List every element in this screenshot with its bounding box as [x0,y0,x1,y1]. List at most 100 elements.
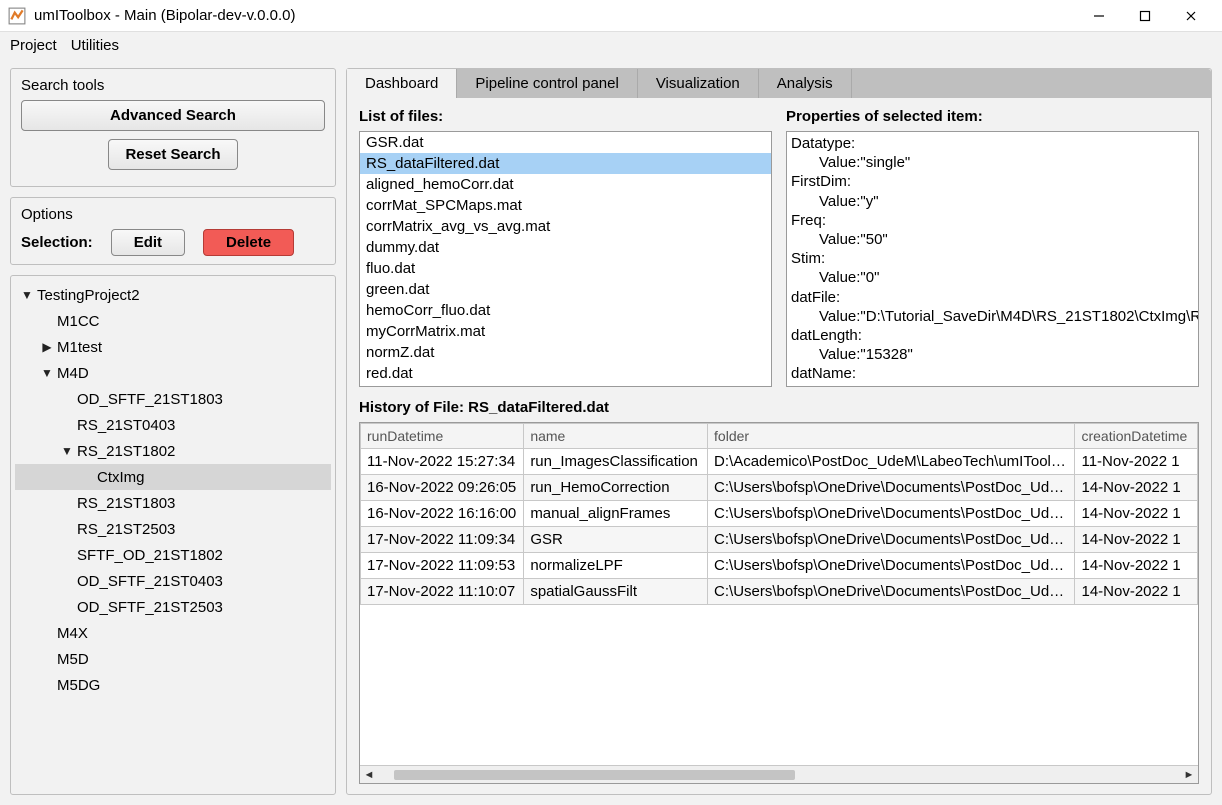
tree-item[interactable]: ▼RS_21ST1802 [15,438,331,464]
titlebar: umIToolbox - Main (Bipolar-dev-v.0.0.0) [0,0,1222,32]
history-table-wrap: runDatetime name folder creationDatetime… [359,422,1199,784]
close-button[interactable] [1168,0,1214,32]
file-list-item[interactable]: red.dat [360,363,771,384]
file-list-item[interactable]: corrMatrix_avg_vs_avg.mat [360,216,771,237]
maximize-button[interactable] [1122,0,1168,32]
table-cell: 14-Nov-2022 1 [1075,527,1198,553]
window-title: umIToolbox - Main (Bipolar-dev-v.0.0.0) [34,7,296,24]
scroll-right-icon[interactable]: ► [1180,766,1198,784]
file-list-item[interactable]: GSR.dat [360,132,771,153]
tree-item[interactable]: RS_21ST2503 [15,516,331,542]
tree-toggle-icon[interactable]: ▼ [59,444,75,458]
table-cell: manual_alignFrames [524,501,708,527]
property-value: Value:"data" [791,383,1194,387]
options-title: Options [21,206,325,223]
th-name[interactable]: name [524,424,708,449]
tree-item[interactable]: OD_SFTF_21ST1803 [15,386,331,412]
tab-analysis[interactable]: Analysis [759,69,852,98]
tree-item-label: OD_SFTF_21ST2503 [75,599,223,616]
tab-pipeline[interactable]: Pipeline control panel [457,69,637,98]
advanced-search-button[interactable]: Advanced Search [21,100,325,131]
tree-toggle-icon[interactable]: ▶ [39,340,55,354]
table-cell: C:\Users\bofsp\OneDrive\Documents\PostDo… [708,579,1075,605]
table-cell: C:\Users\bofsp\OneDrive\Documents\PostDo… [708,501,1075,527]
menu-utilities[interactable]: Utilities [71,37,119,54]
tree-root[interactable]: ▼ TestingProject2 [15,282,331,308]
tree-item-label: M4D [55,365,89,382]
property-key: Stim: [791,249,1194,268]
tree-panel: ▼ TestingProject2 M1CC▶M1test▼M4DOD_SFTF… [10,275,336,795]
table-cell: normalizeLPF [524,553,708,579]
menubar: Project Utilities [0,32,1222,58]
menu-project[interactable]: Project [10,37,57,54]
tree-item[interactable]: OD_SFTF_21ST2503 [15,594,331,620]
table-cell: D:\Academico\PostDoc_UdeM\LabeoTech\umIT… [708,449,1075,475]
property-key: datFile: [791,288,1194,307]
file-listbox[interactable]: GSR.datRS_dataFiltered.dataligned_hemoCo… [359,131,772,387]
table-cell: GSR [524,527,708,553]
tree-item-label: OD_SFTF_21ST0403 [75,573,223,590]
tree-toggle-icon[interactable]: ▼ [19,288,35,302]
table-cell: run_ImagesClassification [524,449,708,475]
history-table[interactable]: runDatetime name folder creationDatetime… [360,423,1198,605]
tree-item[interactable]: SFTF_OD_21ST1802 [15,542,331,568]
table-cell: 11-Nov-2022 1 [1075,449,1198,475]
tree-item[interactable]: M5DG [15,672,331,698]
file-list-item[interactable]: myCorrMatrix.mat [360,321,771,342]
file-list-item[interactable]: normZ.dat [360,342,771,363]
file-list-item[interactable]: dummy.dat [360,237,771,258]
tree-item[interactable]: RS_21ST1803 [15,490,331,516]
tree-item[interactable]: RS_21ST0403 [15,412,331,438]
scroll-thumb[interactable] [394,770,795,780]
table-row[interactable]: 17-Nov-2022 11:09:34GSRC:\Users\bofsp\On… [361,527,1198,553]
table-row[interactable]: 17-Nov-2022 11:09:53normalizeLPFC:\Users… [361,553,1198,579]
project-tree[interactable]: ▼ TestingProject2 M1CC▶M1test▼M4DOD_SFTF… [15,282,331,698]
property-value: Value:"15328" [791,345,1194,364]
file-list-item[interactable]: green.dat [360,279,771,300]
minimize-button[interactable] [1076,0,1122,32]
tree-toggle-icon[interactable]: ▼ [39,366,55,380]
tree-item[interactable]: M1CC [15,308,331,334]
file-list-item[interactable]: aligned_hemoCorr.dat [360,174,771,195]
property-value: Value:"single" [791,153,1194,172]
table-cell: spatialGaussFilt [524,579,708,605]
tab-visualization[interactable]: Visualization [638,69,759,98]
tree-item[interactable]: M5D [15,646,331,672]
edit-button[interactable]: Edit [111,229,185,256]
file-list-item[interactable]: fluo.dat [360,258,771,279]
scroll-left-icon[interactable]: ◄ [360,766,378,784]
tree-item[interactable]: CtxImg [15,464,331,490]
th-folder[interactable]: folder [708,424,1075,449]
tree-item[interactable]: M4X [15,620,331,646]
tree-item[interactable]: ▶M1test [15,334,331,360]
property-value: Value:"y" [791,192,1194,211]
file-list-item[interactable]: RS_dataFiltered.dat [360,153,771,174]
table-cell: 16-Nov-2022 09:26:05 [361,475,524,501]
tree-item-label: RS_21ST1802 [75,443,175,460]
tree-item[interactable]: OD_SFTF_21ST0403 [15,568,331,594]
tree-item[interactable]: ▼M4D [15,360,331,386]
tab-dashboard[interactable]: Dashboard [347,69,457,98]
delete-button[interactable]: Delete [203,229,294,256]
file-list-item[interactable]: corrMat_SPCMaps.mat [360,195,771,216]
table-row[interactable]: 17-Nov-2022 11:10:07spatialGaussFiltC:\U… [361,579,1198,605]
table-row[interactable]: 16-Nov-2022 09:26:05run_HemoCorrectionC:… [361,475,1198,501]
table-cell: run_HemoCorrection [524,475,708,501]
table-cell: 14-Nov-2022 1 [1075,501,1198,527]
properties-box[interactable]: Datatype:Value:"single"FirstDim:Value:"y… [786,131,1199,387]
reset-search-button[interactable]: Reset Search [108,139,237,170]
tree-item-label: M4X [55,625,88,642]
search-tools-panel: Search tools Advanced Search Reset Searc… [10,68,336,187]
property-key: FirstDim: [791,172,1194,191]
th-creationdatetime[interactable]: creationDatetime [1075,424,1198,449]
th-rundatetime[interactable]: runDatetime [361,424,524,449]
table-cell: C:\Users\bofsp\OneDrive\Documents\PostDo… [708,553,1075,579]
file-list-item[interactable]: hemoCorr_fluo.dat [360,300,771,321]
table-cell: C:\Users\bofsp\OneDrive\Documents\PostDo… [708,527,1075,553]
table-row[interactable]: 16-Nov-2022 16:16:00manual_alignFramesC:… [361,501,1198,527]
property-value: Value:"0" [791,268,1194,287]
tree-item-label: RS_21ST2503 [75,521,175,538]
tree-item-label: RS_21ST0403 [75,417,175,434]
table-row[interactable]: 11-Nov-2022 15:27:34run_ImagesClassifica… [361,449,1198,475]
horizontal-scrollbar[interactable]: ◄ ► [360,765,1198,783]
